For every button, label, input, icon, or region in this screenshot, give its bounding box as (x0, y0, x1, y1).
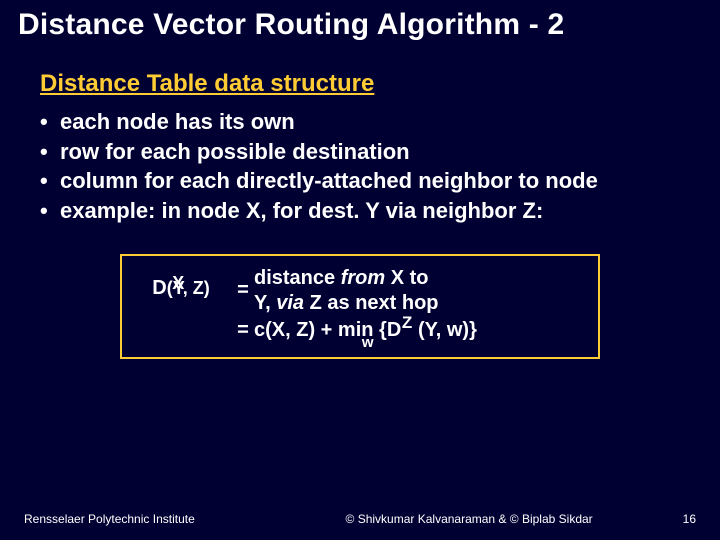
bullet-text: column for each directly-attached neighb… (60, 167, 702, 195)
brace-open: { (379, 319, 387, 341)
formula-row-2: = c(X, Z) + minw {DZ (Y, w)} (232, 318, 590, 343)
min-subscript: w (362, 334, 374, 353)
text-italic: via (276, 292, 304, 314)
bullet-text: row for each possible destination (60, 138, 702, 166)
bullet-item: • each node has its own (40, 108, 702, 136)
slide-title: Distance Vector Routing Algorithm - 2 (18, 8, 702, 42)
footer-left: Rensselaer Polytechnic Institute (24, 512, 302, 526)
formula-box: DX(Y, Z) = distance from X to Y, via Z a… (120, 254, 600, 359)
bullet-dot: • (40, 167, 60, 195)
formula-D2-base: D (387, 319, 401, 341)
formula-body-2: c(X, Z) + minw {DZ (Y, w)} (254, 318, 590, 343)
formula-rhs: = distance from X to Y, via Z as next ho… (232, 266, 590, 343)
text-italic: from (341, 267, 385, 289)
text: Y, (254, 292, 276, 314)
eq-text: = (237, 319, 249, 341)
formula-lhs: DX(Y, Z) (130, 266, 232, 343)
formula-D2-args: (Y, w)} (412, 319, 476, 341)
bullet-item: • row for each possible destination (40, 138, 702, 166)
formula-D-super: X (172, 272, 184, 295)
page-number: 16 (636, 512, 696, 526)
formula-row-1: = distance from X to Y, via Z as next ho… (232, 266, 590, 316)
formula-D2: DZ (387, 318, 401, 343)
formula-D-base: D (152, 277, 166, 299)
text: X to (385, 267, 428, 289)
text: c(X, Z) + (254, 319, 338, 341)
bullet-dot: • (40, 138, 60, 166)
bullet-dot: • (40, 197, 60, 225)
footer-middle: © Shivkumar Kalvanaraman & © Biplab Sikd… (302, 512, 636, 526)
equals-sign: = (232, 266, 254, 316)
bullet-list: • each node has its own • row for each p… (40, 108, 702, 224)
min-operator: minw (338, 318, 374, 343)
text: distance (254, 267, 341, 289)
footer: Rensselaer Polytechnic Institute © Shivk… (0, 512, 720, 526)
slide: Distance Vector Routing Algorithm - 2 Di… (0, 0, 720, 540)
bullet-item: • example: in node X, for dest. Y via ne… (40, 197, 702, 225)
section-subtitle: Distance Table data structure (40, 70, 702, 98)
bullet-text: each node has its own (60, 108, 702, 136)
bullet-dot: • (40, 108, 60, 136)
formula-D2-super: Z (402, 312, 412, 333)
formula-body-1: distance from X to Y, via Z as next hop (254, 266, 590, 316)
bullet-item: • column for each directly-attached neig… (40, 167, 702, 195)
text: Z as next hop (304, 292, 438, 314)
eq-text: = (237, 279, 249, 301)
equals-sign: = (232, 318, 254, 343)
bullet-text: example: in node X, for dest. Y via neig… (60, 197, 702, 225)
formula-D-symbol: DX(Y, Z) (152, 276, 209, 301)
